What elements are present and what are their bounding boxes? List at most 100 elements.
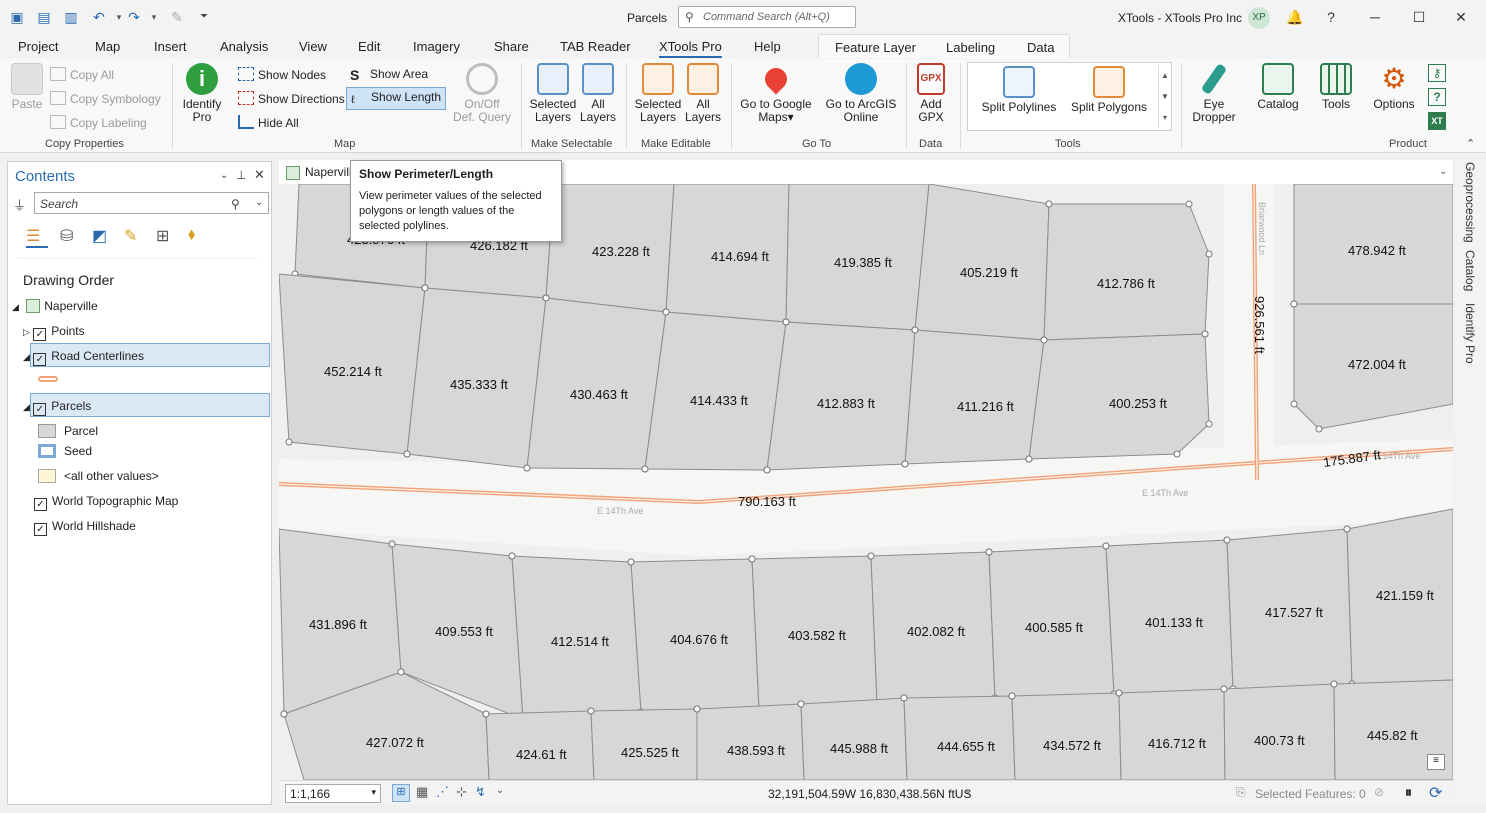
pin-icon[interactable]: ⊥ bbox=[236, 168, 246, 182]
pane-menu-icon[interactable]: ⌄ bbox=[220, 170, 228, 181]
legend-other[interactable]: <all other values> bbox=[38, 469, 159, 483]
tab-labeling[interactable]: Labeling bbox=[946, 40, 995, 55]
checkbox[interactable]: ✓ bbox=[34, 523, 47, 536]
help-icon[interactable]: ? bbox=[1318, 5, 1344, 29]
def-query-toggle[interactable]: On/Off Def. Query bbox=[452, 63, 512, 124]
tab-analysis[interactable]: Analysis bbox=[220, 39, 268, 54]
constraint-icon[interactable]: ⊹ bbox=[456, 784, 467, 800]
command-search-input[interactable]: ⚲ Command Search (Alt+Q) bbox=[678, 6, 856, 28]
show-directions-button[interactable]: Show Directions bbox=[238, 91, 345, 106]
customize-toolbar-icon[interactable]: ⏷ bbox=[195, 8, 213, 26]
tab-share[interactable]: Share bbox=[494, 39, 529, 54]
show-nodes-button[interactable]: Show Nodes bbox=[238, 67, 326, 82]
map-view[interactable]: Naperville ⌄ E 14Th Ave E 14Th Ave E 14T… bbox=[279, 160, 1453, 805]
catalog-button[interactable]: Catalog bbox=[1255, 63, 1301, 111]
tools-button[interactable]: Tools bbox=[1316, 63, 1356, 111]
scale-select[interactable]: 1:1,166 ▾ bbox=[285, 784, 381, 803]
clear-selection-icon[interactable]: ⊘ bbox=[1374, 785, 1384, 799]
snapping-icon[interactable]: ⊞ bbox=[156, 226, 169, 246]
toc-layer-parcels[interactable]: ◢ ✓ Parcels bbox=[23, 399, 91, 416]
arcgis-online-button[interactable]: Go to ArcGIS Online bbox=[822, 63, 900, 124]
maximize-button[interactable]: ☐ bbox=[1406, 5, 1432, 29]
copy-all-button[interactable]: Copy All bbox=[50, 67, 114, 82]
close-button[interactable]: ✕ bbox=[1448, 5, 1474, 29]
selectable-selected-layers-button[interactable]: Selected Layers bbox=[527, 63, 579, 124]
tab-tab-reader[interactable]: TAB Reader bbox=[560, 39, 631, 54]
tab-data[interactable]: Data bbox=[1027, 40, 1054, 55]
checkbox[interactable]: ✓ bbox=[33, 403, 47, 416]
edit-icon[interactable]: ✎ bbox=[168, 8, 186, 26]
add-gpx-button[interactable]: GPX Add GPX bbox=[911, 63, 951, 124]
selection-icon[interactable]: ◩ bbox=[92, 226, 107, 246]
toc-layer-topo[interactable]: ✓ World Topographic Map bbox=[34, 494, 178, 511]
grid-icon[interactable]: ⊞ bbox=[392, 784, 410, 802]
legend-parcel[interactable]: Parcel bbox=[38, 424, 98, 438]
options-button[interactable]: ⚙ Options bbox=[1370, 63, 1418, 111]
checkbox[interactable]: ✓ bbox=[33, 353, 47, 366]
tab-xtools-pro[interactable]: XTools Pro bbox=[659, 39, 722, 58]
copy-labeling-button[interactable]: Copy Labeling bbox=[50, 115, 147, 130]
data-source-icon[interactable]: ⛁ bbox=[60, 226, 73, 246]
tab-geoprocessing[interactable]: Geoprocessing bbox=[1463, 162, 1477, 243]
key-icon[interactable]: ⚷ bbox=[1428, 64, 1446, 82]
collapse-icon[interactable]: ◢ bbox=[23, 402, 30, 412]
checkbox[interactable]: ✓ bbox=[33, 328, 47, 341]
redo-dropdown-icon[interactable]: ▾ bbox=[145, 8, 163, 26]
tab-insert[interactable]: Insert bbox=[154, 39, 187, 54]
tab-view[interactable]: View bbox=[299, 39, 327, 54]
redo-icon[interactable]: ↷ bbox=[125, 8, 143, 26]
split-polygons-button[interactable]: Split Polygons bbox=[1068, 66, 1150, 114]
checkbox[interactable]: ✓ bbox=[34, 498, 47, 511]
tab-edit[interactable]: Edit bbox=[358, 39, 380, 54]
refresh-icon[interactable]: ⟳ bbox=[1429, 783, 1442, 803]
snap-icon[interactable]: ⋰ bbox=[436, 784, 449, 800]
toc-search-input[interactable]: Search ⚲ ⌄ bbox=[34, 192, 269, 214]
filter-icon[interactable]: ⏚ bbox=[13, 195, 26, 214]
identify-pro-button[interactable]: i Identify Pro bbox=[178, 63, 226, 124]
editable-all-layers-button[interactable]: All Layers bbox=[683, 63, 723, 124]
notification-icon[interactable]: 🔔 bbox=[1282, 5, 1308, 29]
split-polylines-button[interactable]: Split Polylines bbox=[976, 66, 1062, 114]
map-canvas[interactable]: E 14Th Ave E 14Th Ave E 14Th Ave Briarwo… bbox=[279, 184, 1453, 780]
collapse-icon[interactable]: ◢ bbox=[23, 352, 30, 362]
tab-identify-pro[interactable]: Identify Pro bbox=[1463, 303, 1477, 364]
eye-dropper-button[interactable]: Eye Dropper bbox=[1190, 63, 1238, 124]
undo-icon[interactable]: ↶ bbox=[90, 8, 108, 26]
table-icon[interactable]: ▦ bbox=[416, 784, 428, 800]
collapse-ribbon-icon[interactable]: ⌃ bbox=[1466, 137, 1475, 150]
pause-icon[interactable]: ⏸ bbox=[1405, 784, 1412, 801]
navigate-icon[interactable]: ↯ bbox=[475, 784, 486, 800]
chevron-down-icon[interactable]: ⌄ bbox=[255, 197, 263, 208]
legend-seed[interactable]: Seed bbox=[38, 444, 92, 458]
toc-layer-road-centerlines[interactable]: ◢ ✓ Road Centerlines bbox=[23, 349, 144, 366]
tab-map[interactable]: Map bbox=[95, 39, 120, 54]
save-icon[interactable]: ▥ bbox=[62, 8, 80, 26]
toc-layer-hillshade[interactable]: ✓ World Hillshade bbox=[34, 519, 136, 536]
selectable-all-layers-button[interactable]: All Layers bbox=[578, 63, 618, 124]
avatar[interactable]: XP bbox=[1248, 7, 1270, 29]
about-icon[interactable]: XT bbox=[1428, 112, 1446, 130]
chevron-down-icon[interactable]: ⌄ bbox=[1439, 166, 1447, 177]
gallery-scroll[interactable]: ▲ ▼ ▾ bbox=[1158, 65, 1171, 128]
show-area-button[interactable]: S Show Area bbox=[350, 67, 428, 82]
copy-symbology-button[interactable]: Copy Symbology bbox=[50, 91, 161, 106]
new-project-icon[interactable]: ▣ bbox=[8, 8, 26, 26]
map-list-icon[interactable]: ≡ bbox=[1427, 754, 1445, 770]
minimize-button[interactable]: ─ bbox=[1362, 5, 1388, 29]
collapse-icon[interactable]: ◢ bbox=[12, 302, 19, 312]
expand-icon[interactable]: ▷ bbox=[23, 327, 30, 337]
tab-imagery[interactable]: Imagery bbox=[413, 39, 460, 54]
tab-feature-layer[interactable]: Feature Layer bbox=[835, 40, 916, 55]
help-product-icon[interactable]: ? bbox=[1428, 88, 1446, 106]
open-icon[interactable]: ▤ bbox=[35, 8, 53, 26]
toc-map-naperville[interactable]: ◢ Naperville bbox=[12, 299, 98, 313]
tab-project[interactable]: Project bbox=[18, 39, 58, 54]
chevron-down-icon[interactable]: ⌄ bbox=[496, 785, 504, 796]
tab-help[interactable]: Help bbox=[754, 39, 781, 54]
show-length-button[interactable]: ℓ Show Length bbox=[346, 87, 447, 110]
drawing-order-icon[interactable]: ☰ bbox=[26, 226, 48, 248]
paste-button[interactable]: Paste bbox=[8, 63, 46, 111]
editable-selected-layers-button[interactable]: Selected Layers bbox=[632, 63, 684, 124]
chevron-down-icon[interactable]: ⌄ bbox=[964, 785, 972, 796]
tab-catalog[interactable]: Catalog bbox=[1463, 250, 1477, 291]
